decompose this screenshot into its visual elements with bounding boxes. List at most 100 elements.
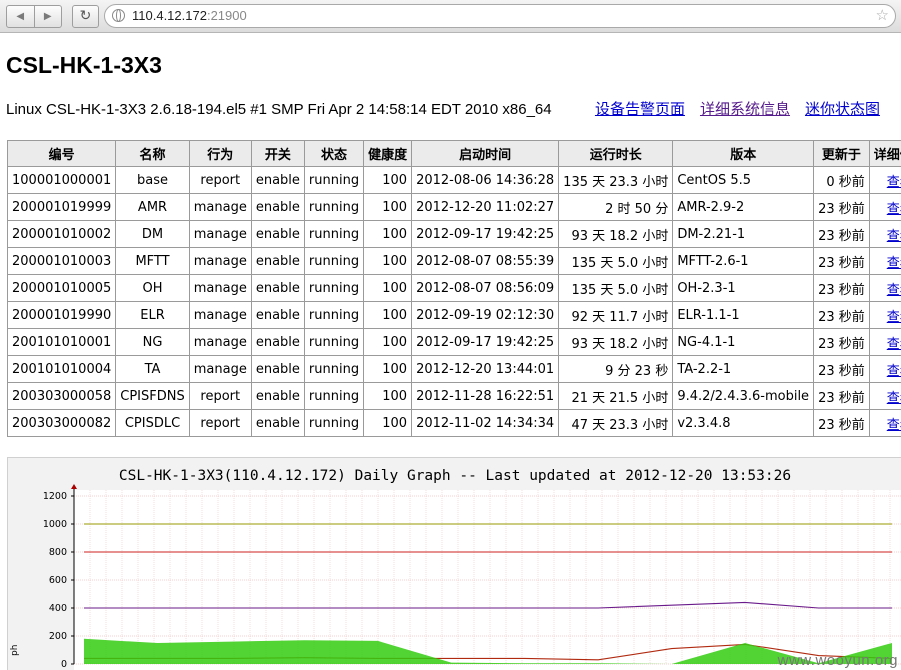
- table-cell: 200001010002: [8, 221, 116, 248]
- back-icon[interactable]: ◀: [7, 6, 34, 27]
- view-detail-link[interactable]: 查看: [887, 229, 901, 244]
- view-detail-link[interactable]: 查看: [887, 283, 901, 298]
- table-cell: 2012-08-07 08:56:09: [412, 275, 559, 302]
- table-cell: 查看: [869, 410, 901, 437]
- table-cell: 23 秒前: [814, 329, 870, 356]
- view-detail-link[interactable]: 查看: [887, 364, 901, 379]
- table-cell: 135 天 5.0 小时: [559, 248, 673, 275]
- table-row: 200001010003MFTTmanageenablerunning10020…: [8, 248, 901, 275]
- reload-icon[interactable]: ↻: [72, 5, 99, 28]
- table-cell: 查看: [869, 302, 901, 329]
- browser-toolbar: ◀ ▶ ↻ 110.4.12.172:21900 ☆: [0, 0, 901, 33]
- table-cell: 2012-09-19 02:12:30: [412, 302, 559, 329]
- graph-ylabel: ph: [10, 645, 20, 656]
- table-cell: 135 天 23.3 小时: [559, 167, 673, 194]
- col-header-version: 版本: [673, 141, 814, 167]
- table-cell: running: [304, 221, 363, 248]
- table-cell: report: [189, 383, 251, 410]
- col-header-detail: 详细信息: [869, 141, 901, 167]
- table-cell: running: [304, 167, 363, 194]
- table-cell: enable: [251, 221, 304, 248]
- table-cell: 23 秒前: [814, 410, 870, 437]
- daily-graph: CSL-HK-1-3X3(110.4.12.172) Daily Graph -…: [7, 457, 901, 670]
- table-cell: 200001010003: [8, 248, 116, 275]
- table-cell: manage: [189, 248, 251, 275]
- table-cell: 2012-08-06 14:36:28: [412, 167, 559, 194]
- y-tick-label: 800: [49, 547, 67, 558]
- table-row: 200101010004TAmanageenablerunning1002012…: [8, 356, 901, 383]
- table-cell: 21 天 21.5 小时: [559, 383, 673, 410]
- table-cell: running: [304, 194, 363, 221]
- view-detail-link[interactable]: 查看: [887, 256, 901, 271]
- address-bar[interactable]: 110.4.12.172:21900 ☆: [104, 4, 896, 28]
- y-tick-label: 400: [49, 603, 67, 614]
- table-cell: 200001019990: [8, 302, 116, 329]
- table-cell: enable: [251, 410, 304, 437]
- table-cell: 100: [364, 167, 412, 194]
- mini-status-link[interactable]: 迷你状态图: [805, 101, 880, 118]
- table-cell: enable: [251, 329, 304, 356]
- table-cell: 100: [364, 221, 412, 248]
- table-cell: manage: [189, 302, 251, 329]
- forward-icon[interactable]: ▶: [34, 6, 62, 27]
- y-tick-label: 0: [61, 659, 67, 670]
- col-header-name: 名称: [116, 141, 189, 167]
- table-cell: v2.3.4.8: [673, 410, 814, 437]
- table-cell: 查看: [869, 194, 901, 221]
- table-cell: enable: [251, 194, 304, 221]
- table-row: 200303000058CPISFDNSreportenablerunning1…: [8, 383, 901, 410]
- view-detail-link[interactable]: 查看: [887, 391, 901, 406]
- table-cell: TA: [116, 356, 189, 383]
- table-cell: 2012-09-17 19:42:25: [412, 329, 559, 356]
- view-detail-link[interactable]: 查看: [887, 337, 901, 352]
- table-cell: 200101010004: [8, 356, 116, 383]
- table-cell: CPISFDNS: [116, 383, 189, 410]
- table-cell: manage: [189, 356, 251, 383]
- table-cell: 查看: [869, 329, 901, 356]
- table-cell: 23 秒前: [814, 302, 870, 329]
- url-port: :21900: [207, 8, 247, 23]
- table-cell: 200001010005: [8, 275, 116, 302]
- table-cell: NG: [116, 329, 189, 356]
- table-cell: 2012-08-07 08:55:39: [412, 248, 559, 275]
- table-body: 100001000001basereportenablerunning10020…: [8, 167, 901, 437]
- table-cell: MFTT: [116, 248, 189, 275]
- table-cell: running: [304, 383, 363, 410]
- table-cell: 2 时 50 分: [559, 194, 673, 221]
- table-row: 200101010001NGmanageenablerunning1002012…: [8, 329, 901, 356]
- alarm-page-link[interactable]: 设备告警页面: [595, 101, 685, 118]
- page-title: CSL-HK-1-3X3: [6, 51, 162, 79]
- view-detail-link[interactable]: 查看: [887, 310, 901, 325]
- table-cell: report: [189, 410, 251, 437]
- col-header-state: 状态: [304, 141, 363, 167]
- status-table: 编号 名称 行为 开关 状态 健康度 启动时间 运行时长 版本 更新于 详细信息…: [7, 140, 901, 437]
- table-cell: AMR: [116, 194, 189, 221]
- url-text[interactable]: 110.4.12.172:21900: [132, 5, 247, 27]
- table-cell: 93 天 18.2 小时: [559, 221, 673, 248]
- view-detail-link[interactable]: 查看: [887, 418, 901, 433]
- table-cell: NG-4.1-1: [673, 329, 814, 356]
- col-header-updated: 更新于: [814, 141, 870, 167]
- view-detail-link[interactable]: 查看: [887, 175, 901, 190]
- table-cell: 200101010001: [8, 329, 116, 356]
- table-cell: 200001019999: [8, 194, 116, 221]
- table-cell: 100: [364, 248, 412, 275]
- table-cell: AMR-2.9-2: [673, 194, 814, 221]
- table-cell: enable: [251, 383, 304, 410]
- system-detail-link[interactable]: 详细系统信息: [700, 101, 790, 118]
- table-cell: 135 天 5.0 小时: [559, 275, 673, 302]
- table-cell: 200303000058: [8, 383, 116, 410]
- system-info-text: Linux CSL-HK-1-3X3 2.6.18-194.el5 #1 SMP…: [6, 101, 552, 118]
- table-row: 200001010005OHmanageenablerunning1002012…: [8, 275, 901, 302]
- y-axis-arrow: [71, 484, 77, 489]
- table-row: 200001019999AMRmanageenablerunning100201…: [8, 194, 901, 221]
- table-cell: 23 秒前: [814, 275, 870, 302]
- table-row: 200001010002DMmanageenablerunning1002012…: [8, 221, 901, 248]
- table-cell: TA-2.2-1: [673, 356, 814, 383]
- table-cell: 100: [364, 356, 412, 383]
- bookmark-star-icon[interactable]: ☆: [876, 5, 889, 26]
- view-detail-link[interactable]: 查看: [887, 202, 901, 217]
- table-cell: 100: [364, 329, 412, 356]
- table-cell: 2012-12-20 13:44:01: [412, 356, 559, 383]
- table-cell: 100: [364, 194, 412, 221]
